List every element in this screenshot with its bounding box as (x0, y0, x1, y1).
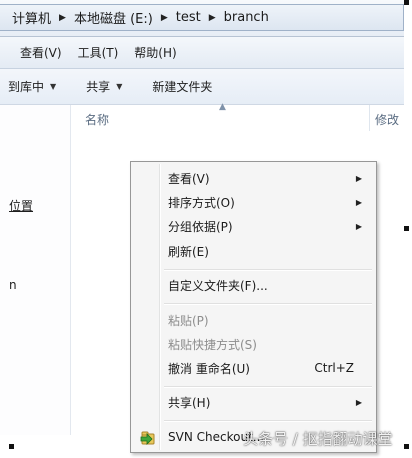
include-in-library-button[interactable]: 到库中 ▼ (8, 78, 56, 95)
command-bar: 到库中 ▼ 共享 ▼ 新建文件夹 (0, 69, 404, 105)
new-folder-label: 新建文件夹 (152, 80, 213, 94)
nav-item-partial[interactable]: n (9, 278, 17, 292)
context-menu-item-label: 粘贴(P) (168, 313, 209, 328)
submenu-arrow-icon: ▶ (355, 221, 362, 231)
watermark: 头条号 / 抠指翻动课堂 (243, 430, 393, 448)
menu-separator (164, 303, 372, 305)
menu-help[interactable]: 帮助(H) (126, 44, 184, 61)
context-menu-item-share[interactable]: 共享(H) ▶ (133, 390, 374, 414)
breadcrumb-branch[interactable]: branch (220, 10, 273, 25)
include-in-library-label: 到库中 (8, 80, 45, 94)
crop-mark-bottom-left (9, 444, 14, 449)
breadcrumb-drive-e[interactable]: 本地磁盘 (E:) (70, 8, 157, 27)
context-menu-item-label: 撤消 重命名(U) (168, 361, 250, 376)
breadcrumb-test[interactable]: test (172, 10, 205, 25)
navigation-pane: 位置 n (0, 105, 71, 435)
context-menu-item-group-by[interactable]: 分组依据(P) ▶ (133, 214, 374, 238)
submenu-arrow-icon: ▶ (355, 197, 362, 207)
breadcrumb-separator-icon[interactable]: ▶ (55, 13, 70, 23)
menu-tools[interactable]: 工具(T) (70, 44, 127, 61)
context-menu-item-label: 分组依据(P) (168, 219, 233, 234)
submenu-arrow-icon: ▶ (355, 397, 362, 407)
crop-mark-right-middle (404, 226, 409, 231)
column-header-row: ▲ 名称 修改 (71, 102, 404, 131)
context-menu-item-label: 共享(H) (168, 395, 211, 410)
context-menu-item-undo-rename[interactable]: 撤消 重命名(U) Ctrl+Z (133, 356, 374, 380)
menu-separator (164, 386, 372, 388)
share-with-label: 共享 (86, 80, 111, 94)
address-bar: 计算机 ▶ 本地磁盘 (E:) ▶ test ▶ branch (0, 0, 404, 37)
column-header-name[interactable]: 名称 (85, 111, 109, 128)
context-menu-item-refresh[interactable]: 刷新(E) (133, 239, 374, 263)
menu-bar: 查看(V) 工具(T) 帮助(H) (0, 37, 404, 69)
context-menu-item-customize-folder[interactable]: 自定义文件夹(F)... (133, 273, 374, 297)
crop-mark-top-right (404, 0, 409, 5)
svn-checkout-icon (140, 431, 155, 445)
context-menu-item-sort-by[interactable]: 排序方式(O) ▶ (133, 190, 374, 214)
chevron-down-icon: ▼ (116, 82, 123, 91)
context-menu-item-label: 排序方式(O) (168, 195, 235, 210)
column-divider[interactable] (369, 105, 370, 131)
breadcrumb[interactable]: 计算机 ▶ 本地磁盘 (E:) ▶ test ▶ branch (0, 4, 404, 31)
context-menu-item-label: 查看(V) (168, 171, 210, 186)
share-with-button[interactable]: 共享 ▼ (86, 78, 122, 95)
context-menu-item-paste-shortcut[interactable]: 粘贴快捷方式(S) (133, 332, 374, 356)
context-menu-item-label: 粘贴快捷方式(S) (168, 337, 257, 352)
context-menu-item-paste[interactable]: 粘贴(P) (133, 308, 374, 332)
sort-ascending-icon: ▲ (219, 102, 226, 112)
breadcrumb-separator-icon[interactable]: ▶ (205, 13, 220, 23)
menu-separator (164, 420, 372, 422)
context-menu-item-view[interactable]: 查看(V) ▶ (133, 166, 374, 190)
column-header-modified[interactable]: 修改 (375, 111, 399, 128)
chevron-down-icon: ▼ (50, 82, 57, 91)
nav-item-locations[interactable]: 位置 (9, 197, 33, 214)
context-menu: 查看(V) ▶ 排序方式(O) ▶ 分组依据(P) ▶ 刷新(E) 自定义文件夹… (130, 161, 377, 453)
menu-view[interactable]: 查看(V) (0, 44, 70, 61)
context-menu-item-label: 自定义文件夹(F)... (168, 278, 268, 293)
new-folder-button[interactable]: 新建文件夹 (152, 78, 212, 95)
breadcrumb-computer[interactable]: 计算机 (0, 8, 55, 27)
menu-separator (164, 269, 372, 271)
breadcrumb-separator-icon[interactable]: ▶ (157, 13, 172, 23)
context-menu-item-label: 刷新(E) (168, 244, 209, 259)
shortcut-label: Ctrl+Z (314, 361, 354, 375)
submenu-arrow-icon: ▶ (355, 173, 362, 183)
crop-mark-bottom-right (404, 444, 409, 449)
